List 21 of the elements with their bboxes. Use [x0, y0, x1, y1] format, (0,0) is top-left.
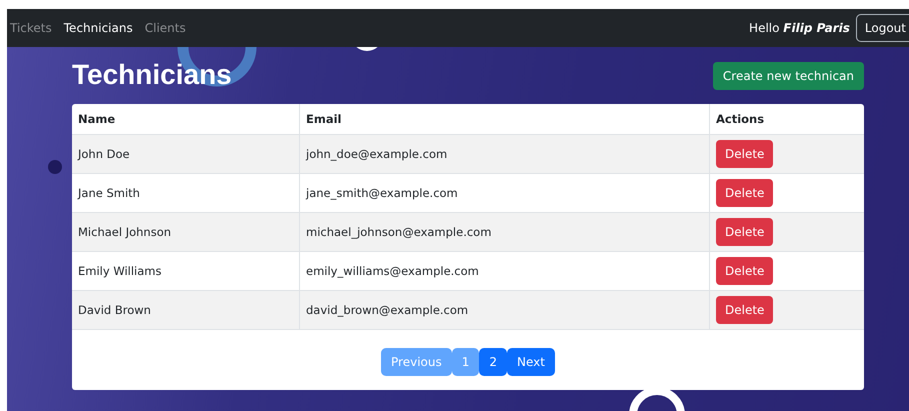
greeting-text: Hello Filip Paris	[749, 21, 850, 35]
table-cell: michael_johnson@example.com	[300, 212, 710, 252]
delete-button[interactable]: Delete	[716, 296, 774, 324]
nav-link[interactable]: Tickets	[10, 21, 52, 35]
delete-button[interactable]: Delete	[716, 140, 774, 168]
delete-button[interactable]: Delete	[716, 257, 774, 285]
nav-link[interactable]: Clients	[144, 21, 186, 35]
page-button[interactable]: 1	[452, 348, 480, 376]
table-cell: John Doe	[72, 134, 300, 174]
logout-button[interactable]: Logout	[856, 14, 909, 42]
create-technician-button[interactable]: Create new technican	[712, 62, 864, 90]
table-cell: Michael Johnson	[72, 212, 300, 252]
nav-link[interactable]: Technicians	[64, 21, 133, 35]
page-button[interactable]: 2	[479, 348, 508, 376]
table-cell: david_brown@example.com	[300, 290, 710, 330]
delete-button[interactable]: Delete	[716, 179, 774, 207]
table-cell: David Brown	[72, 290, 300, 330]
delete-button[interactable]: Delete	[716, 218, 774, 246]
next-button[interactable]: Next	[507, 348, 555, 376]
table-cell: john_doe@example.com	[300, 134, 710, 174]
page-title: Technicians	[72, 59, 232, 91]
